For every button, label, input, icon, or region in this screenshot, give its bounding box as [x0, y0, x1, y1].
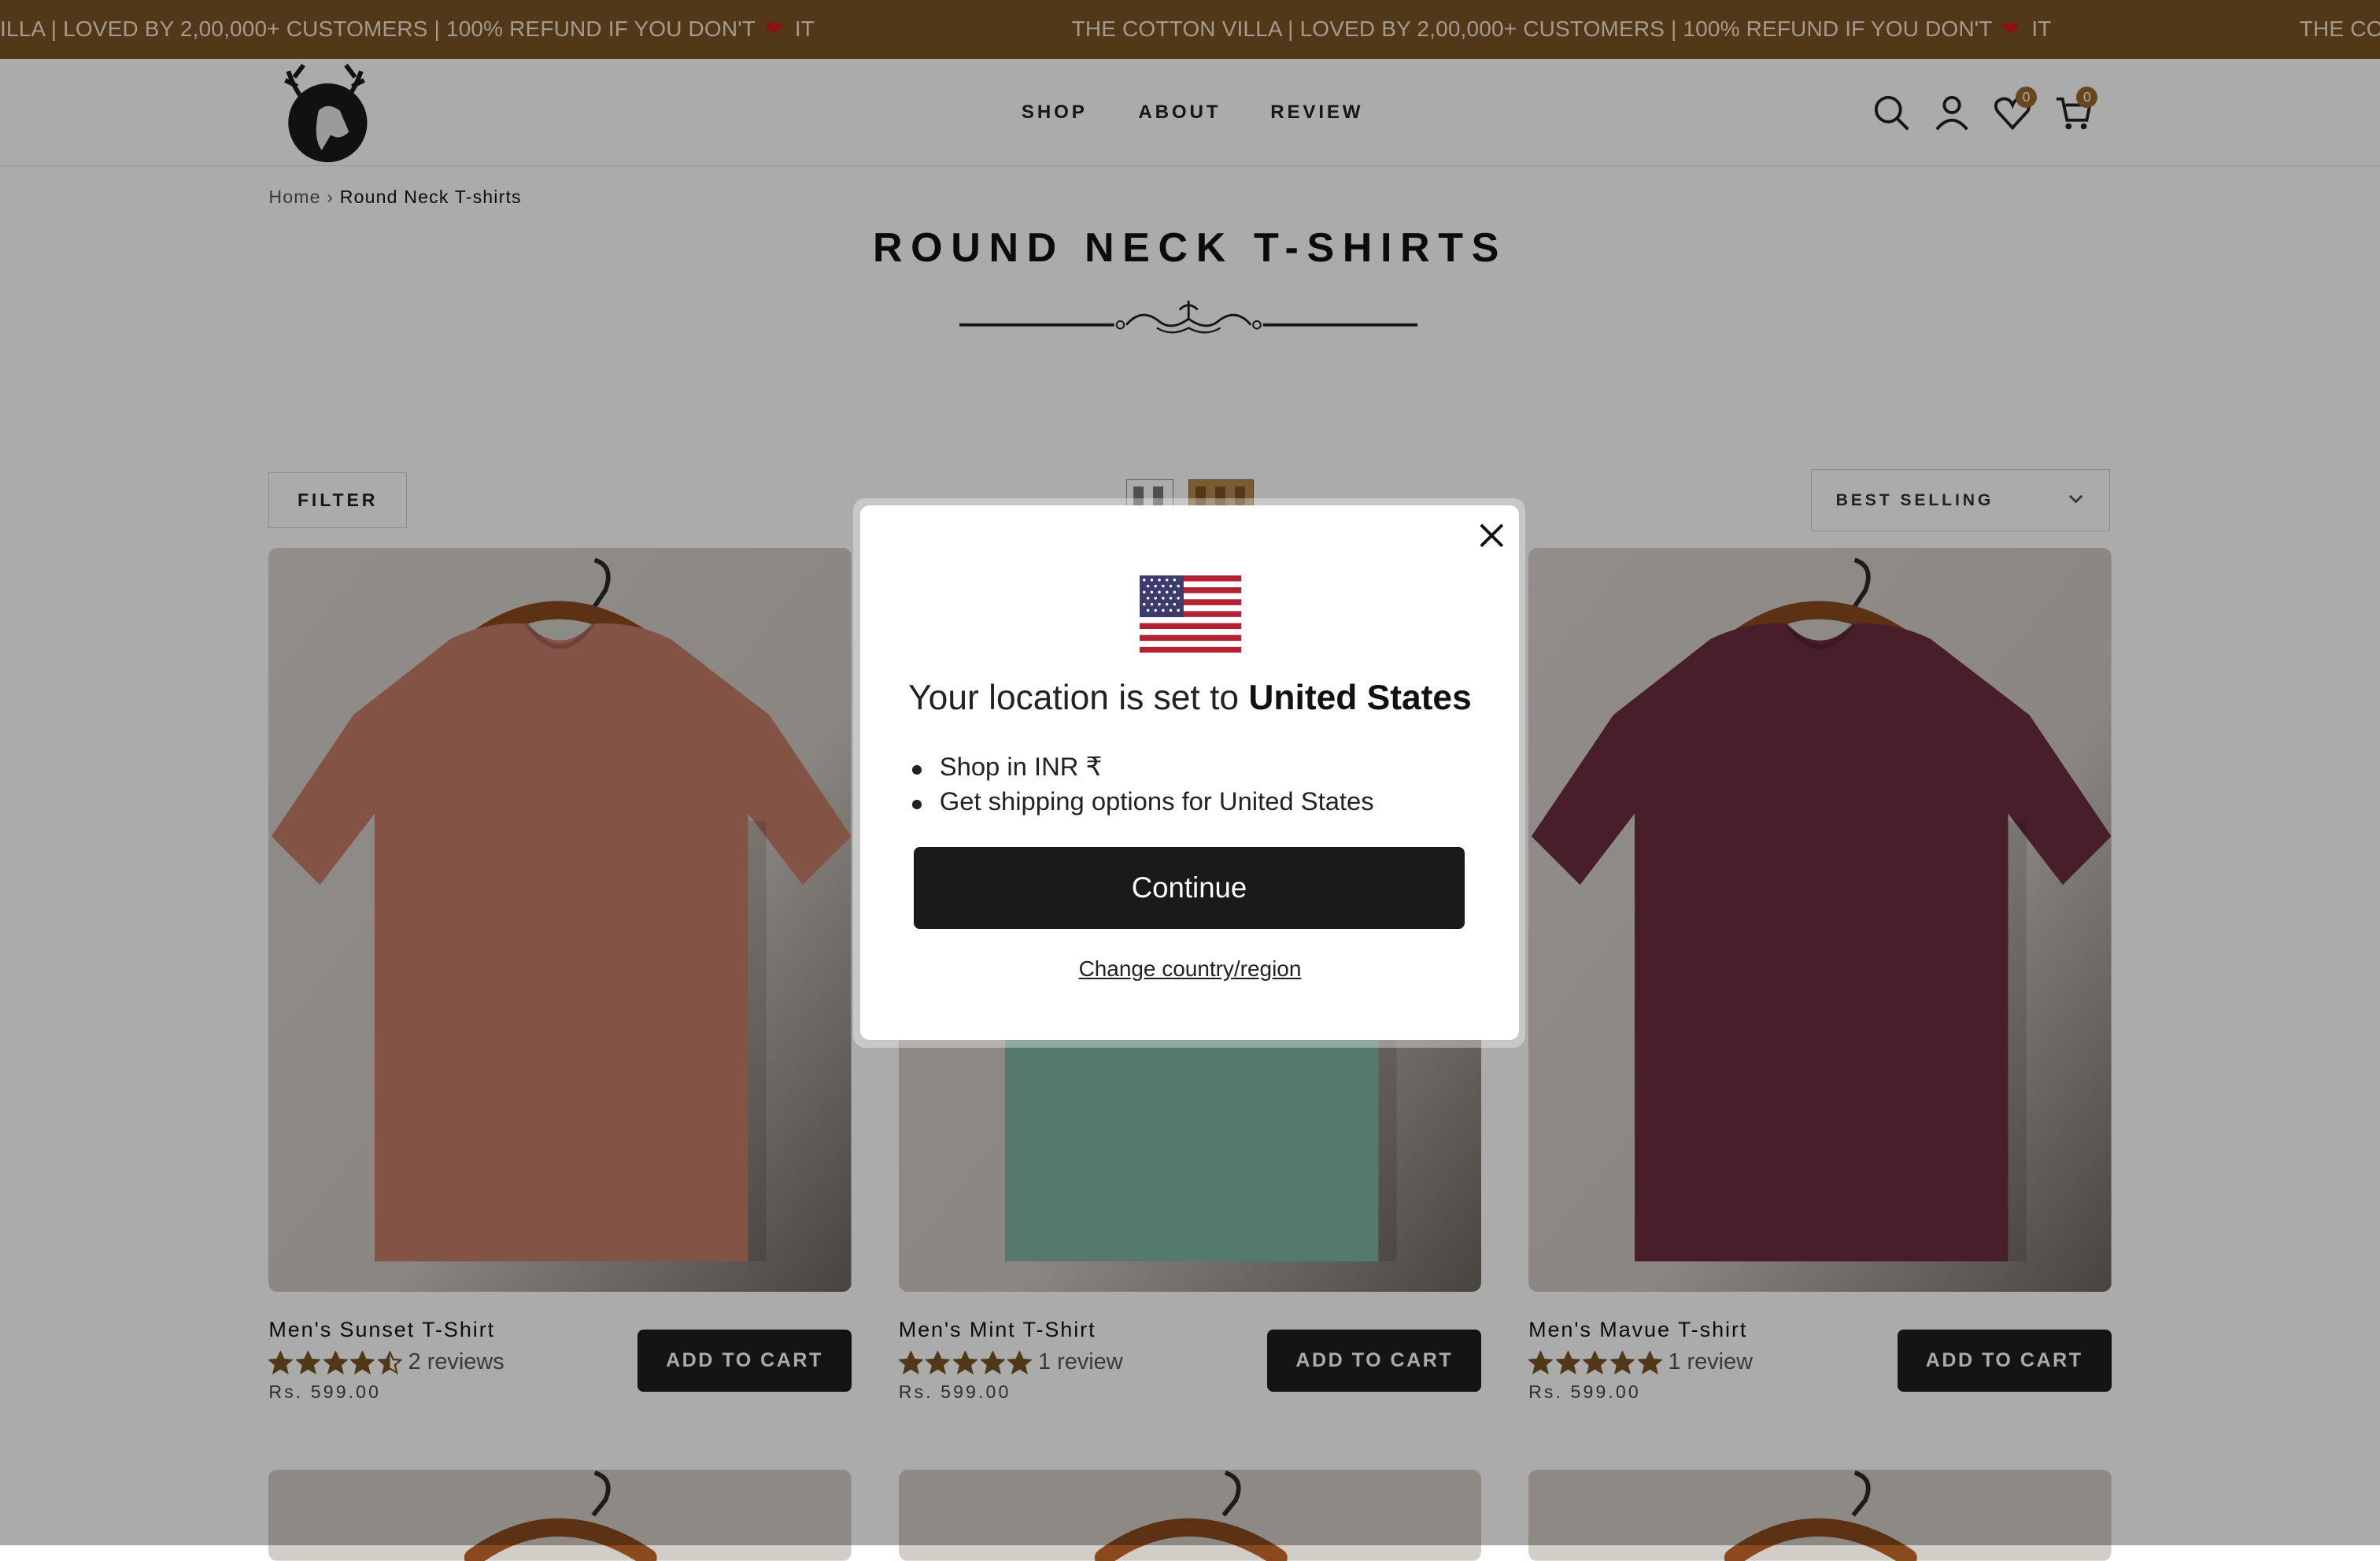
continue-button[interactable]: Continue: [913, 847, 1465, 930]
change-country-link[interactable]: Change country/region: [860, 956, 1519, 982]
location-modal: Your location is set to United States Sh…: [860, 505, 1520, 1041]
location-prefix: Your location is set to: [908, 679, 1240, 718]
close-icon[interactable]: [1476, 520, 1507, 551]
location-country: United States: [1248, 679, 1472, 718]
location-heading: Your location is set to United States: [860, 679, 1519, 718]
us-flag-icon: [1140, 575, 1242, 653]
modal-bullet-shipping: Get shipping options for United States: [912, 786, 1374, 816]
modal-bullet-currency: Shop in INR ₹: [912, 752, 1102, 782]
bullet-text: Get shipping options for United States: [939, 786, 1374, 816]
bullet-text: Shop in INR ₹: [939, 751, 1103, 781]
